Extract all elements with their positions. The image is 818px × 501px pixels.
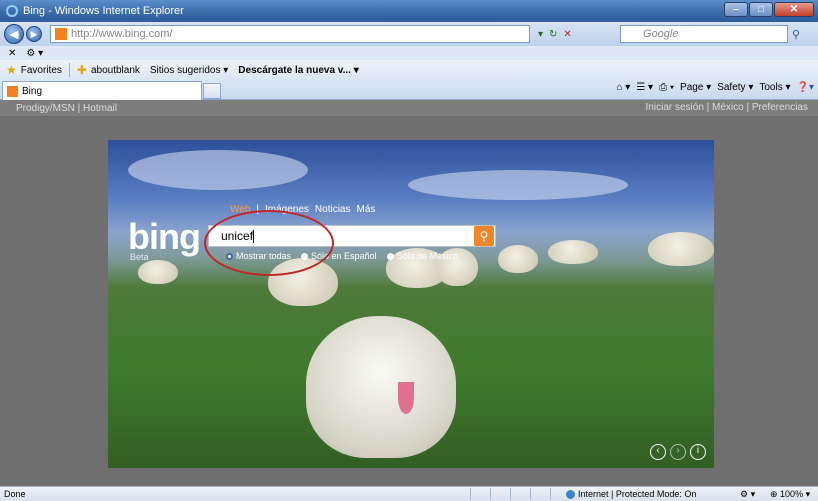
dropdown-icon[interactable]: ▾ <box>538 29 543 40</box>
dog-tongue-shape <box>398 382 414 414</box>
bing-beta-label: Beta <box>130 252 149 262</box>
address-bar[interactable]: http://www.bing.com/ <box>50 25 530 43</box>
tab-bing[interactable]: Bing <box>2 81 202 100</box>
sheep-shape <box>138 260 178 284</box>
option-solo-mexico[interactable]: Sólo de México <box>386 251 458 261</box>
favorites-bar: ★ Favorites ✚ aboutblank Sitios sugerido… <box>0 60 818 80</box>
window-title: Bing - Windows Internet Explorer <box>23 5 184 17</box>
bing-hero-image: Web | Imágenes Noticias Más bing Beta un… <box>108 140 714 468</box>
status-divider <box>490 488 491 500</box>
image-controls: ‹ › i <box>650 444 706 460</box>
safety-menu[interactable]: Safety ▾ <box>717 82 753 93</box>
home-icon[interactable]: ⌂ ▾ <box>616 82 630 93</box>
cloud-shape <box>408 170 628 200</box>
next-image-icon[interactable]: › <box>670 444 686 460</box>
stop-icon[interactable]: ✕ <box>563 29 571 40</box>
close-tab-icon[interactable]: ✕ <box>8 48 16 59</box>
fav-item-aboutblank[interactable]: aboutblank <box>91 65 140 76</box>
ie-icon <box>6 5 18 17</box>
status-text: Done <box>4 489 26 499</box>
address-row: ◀ ▶ http://www.bing.com/ ▾ ↻ ✕ Google ⚲ <box>0 22 818 46</box>
status-divider <box>550 488 551 500</box>
prev-image-icon[interactable]: ‹ <box>650 444 666 460</box>
search-placeholder: Google <box>643 28 679 40</box>
back-button[interactable]: ◀ <box>4 24 24 44</box>
favorites-button[interactable]: Favorites <box>21 65 62 76</box>
topnav-right[interactable]: Iniciar sesión | México | Preferencias <box>646 102 808 113</box>
forward-button[interactable]: ▶ <box>26 26 42 42</box>
bing-nav-noticias[interactable]: Noticias <box>315 204 351 215</box>
zoom-level[interactable]: ⊕ 100% ▾ <box>770 489 810 500</box>
status-divider <box>530 488 531 500</box>
popup-blocker-icon[interactable]: ⚙ ▾ <box>740 489 755 500</box>
refresh-icon[interactable]: ↻ <box>549 29 557 40</box>
bing-search-button[interactable]: ⚲ <box>474 226 494 246</box>
favorites-divider <box>68 63 70 77</box>
radio-icon <box>386 253 394 261</box>
maximize-button[interactable]: □ <box>749 2 773 17</box>
info-icon[interactable]: i <box>690 444 706 460</box>
annotation-circle <box>204 210 334 276</box>
title-bar: Bing - Windows Internet Explorer <box>0 0 818 22</box>
status-divider <box>470 488 471 500</box>
status-divider <box>510 488 511 500</box>
tab-title: Bing <box>22 85 43 97</box>
bing-topnav: Prodigy/MSN | Hotmail Iniciar sesión | M… <box>0 100 818 116</box>
sheep-shape <box>648 232 714 266</box>
tab-row: Bing ⌂ ▾ ☰ ▾ ⎙ ▾ Page ▾ Safety ▾ Tools ▾… <box>0 80 818 100</box>
minimize-button[interactable]: – <box>724 2 748 17</box>
sheep-shape <box>548 240 598 264</box>
security-zone[interactable]: Internet | Protected Mode: On <box>566 489 696 500</box>
tools-menu[interactable]: Tools ▾ <box>759 82 790 93</box>
dog-shape <box>306 316 456 458</box>
bing-favicon <box>55 28 67 40</box>
print-icon[interactable]: ⎙ ▾ <box>659 82 674 93</box>
page-content: Prodigy/MSN | Hotmail Iniciar sesión | M… <box>0 100 818 486</box>
address-url: http://www.bing.com/ <box>71 28 173 40</box>
bing-nav-mas[interactable]: Más <box>357 204 376 215</box>
window-controls: – □ ✕ <box>724 2 814 17</box>
search-icon[interactable]: ⚲ <box>792 28 800 41</box>
fav-item-sugeridos[interactable]: Sitios sugeridos ▾ <box>150 65 228 76</box>
address-controls: ▾ ↻ ✕ <box>530 29 620 40</box>
help-icon[interactable]: ❓▾ <box>797 82 814 93</box>
page-menu[interactable]: Page ▾ <box>680 82 711 93</box>
new-tab-button[interactable] <box>203 83 221 99</box>
status-bar: Done Internet | Protected Mode: On ⚙ ▾ ⊕… <box>0 486 818 501</box>
fav-item-descargate[interactable]: Descárgate la nueva v... ▾ <box>238 65 358 76</box>
addon-icon[interactable]: ⚙ ▾ <box>26 48 43 59</box>
bing-tab-favicon <box>7 85 18 97</box>
topnav-left[interactable]: Prodigy/MSN | Hotmail <box>16 103 117 114</box>
close-button[interactable]: ✕ <box>774 2 814 17</box>
command-row: ✕ ⚙ ▾ <box>0 46 818 60</box>
cloud-shape <box>128 150 308 190</box>
feeds-icon[interactable]: ☰ ▾ <box>636 82 653 93</box>
search-box[interactable]: Google <box>620 25 788 43</box>
favorites-star-icon: ★ <box>6 63 17 77</box>
sheep-shape <box>498 245 538 273</box>
add-favorite-icon[interactable]: ✚ <box>77 63 87 77</box>
command-bar: ⌂ ▾ ☰ ▾ ⎙ ▾ Page ▾ Safety ▾ Tools ▾ ❓▾ <box>616 82 814 93</box>
globe-icon <box>566 490 575 500</box>
